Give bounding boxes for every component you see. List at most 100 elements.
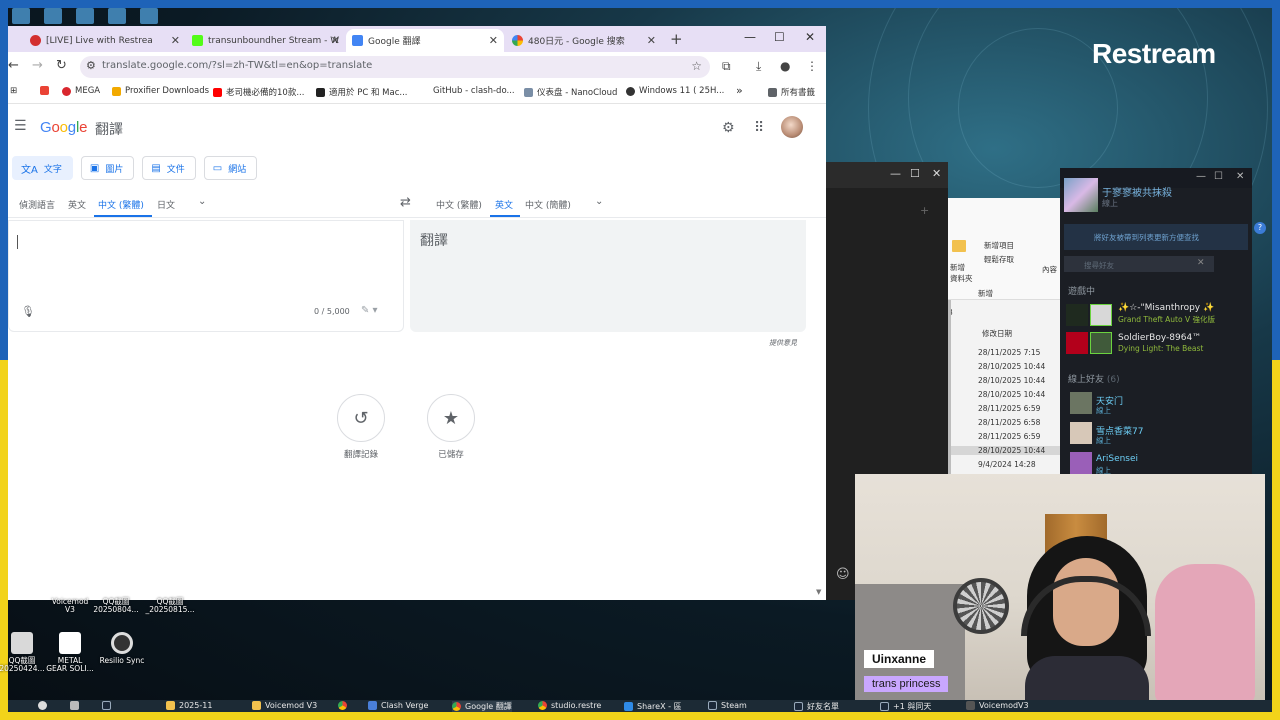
forward-button[interactable]: → bbox=[32, 58, 43, 73]
taskbar-item[interactable]: 2025-11 bbox=[166, 701, 212, 710]
close-window-button[interactable]: ✕ bbox=[1236, 171, 1244, 182]
bookmark-star-icon[interactable]: ☆ bbox=[691, 59, 702, 73]
mode-website-button[interactable]: ▭ 網站 bbox=[203, 156, 258, 180]
bookmark-mega[interactable]: MEGA bbox=[62, 86, 100, 96]
mode-image-button[interactable]: ▣ 圖片 bbox=[80, 156, 135, 180]
file-row[interactable]: 28/10/2025 10:44 bbox=[978, 376, 1045, 385]
minimize-button[interactable]: — bbox=[1196, 171, 1206, 182]
close-icon[interactable]: ✕ bbox=[171, 34, 180, 47]
target-lang-zh-cn[interactable]: 中文 (簡體) bbox=[525, 198, 571, 211]
emoji-icon[interactable]: ☺ bbox=[836, 567, 850, 582]
target-more-languages-chevron-icon[interactable]: ⌄ bbox=[595, 196, 603, 207]
target-lang-english[interactable]: 英文 bbox=[495, 198, 513, 211]
saved-button[interactable]: ★ bbox=[427, 394, 475, 442]
taskbar-task-view[interactable] bbox=[70, 701, 83, 710]
close-window-button[interactable]: ✕ bbox=[805, 30, 815, 44]
new-item-button[interactable]: 新增項目 bbox=[984, 240, 1014, 251]
close-icon[interactable]: ✕ bbox=[331, 34, 340, 47]
microphone-icon[interactable]: 🎙 bbox=[21, 305, 35, 318]
friend-name[interactable]: AriSensei bbox=[1096, 454, 1138, 464]
download-icon[interactable]: ⤓ bbox=[756, 59, 761, 74]
apps-grid-icon[interactable]: ⠿ bbox=[754, 120, 764, 136]
tab-google-search[interactable]: 480日元 - Google 搜索 ✕ bbox=[506, 29, 662, 52]
taskbar-item[interactable]: +1 與同天 bbox=[880, 701, 931, 712]
bookmark-youtube[interactable]: 老司機必備的10款... bbox=[213, 86, 304, 98]
bookmark-github[interactable]: GitHub - clash-do... bbox=[420, 86, 515, 96]
app-icon[interactable] bbox=[140, 8, 158, 24]
taskbar-item-active[interactable]: Google 翻譯 bbox=[452, 701, 512, 712]
reload-button[interactable]: ↻ bbox=[56, 58, 67, 73]
close-icon[interactable]: ✕ bbox=[647, 34, 656, 47]
taskbar-item[interactable]: ShareX - 區 bbox=[624, 701, 682, 712]
profile-avatar[interactable] bbox=[1064, 178, 1098, 212]
friend-avatar[interactable] bbox=[1070, 392, 1092, 414]
help-icon[interactable]: ? bbox=[1254, 222, 1266, 234]
file-row-selected[interactable]: 28/10/2025 10:44 bbox=[948, 446, 1060, 455]
desktop-icon-qq-screenshot[interactable]: QQ截圖 _20250815... bbox=[140, 597, 200, 615]
maximize-button[interactable]: ☐ bbox=[1214, 171, 1223, 182]
taskbar-chrome[interactable] bbox=[338, 701, 351, 710]
source-text-input[interactable]: 🎙 0 / 5,000 ✎ ▾ bbox=[8, 220, 404, 332]
bookmark-pc-mac[interactable]: 適用於 PC 和 Mac... bbox=[316, 86, 408, 98]
maximize-button[interactable]: ☐ bbox=[910, 167, 920, 180]
minimize-button[interactable]: — bbox=[890, 167, 901, 180]
tab-kick-stream[interactable]: transunboundher Stream - W ✕ bbox=[186, 29, 346, 52]
close-window-button[interactable]: ✕ bbox=[932, 167, 941, 180]
tab-restream-live[interactable]: [LIVE] Live with Restrea ✕ bbox=[24, 29, 186, 52]
source-more-languages-chevron-icon[interactable]: ⌄ bbox=[198, 196, 206, 207]
menu-icon[interactable]: ⋮ bbox=[806, 59, 818, 73]
address-bar[interactable]: ⚙ translate.google.com/?sl=zh-TW&tl=en&o… bbox=[80, 56, 710, 78]
column-modified-date[interactable]: 修改日期 bbox=[982, 328, 1012, 339]
clear-search-icon[interactable]: ✕ bbox=[1197, 258, 1205, 268]
site-info-icon[interactable]: ⚙ bbox=[86, 59, 96, 72]
taskbar-item[interactable]: VoicemodV3 bbox=[966, 701, 1029, 710]
friend-avatar[interactable] bbox=[1090, 304, 1112, 326]
bookmarks-overflow-button[interactable]: » bbox=[736, 84, 743, 97]
bookmark-windows11[interactable]: Windows 11 ( 25H... bbox=[626, 86, 724, 96]
profile-name[interactable]: 于寥寥被共抹殺 bbox=[1102, 184, 1172, 199]
taskbar-item[interactable]: Steam bbox=[708, 701, 747, 710]
tab-google-translate[interactable]: Google 翻譯 ✕ bbox=[346, 29, 504, 52]
taskbar-item[interactable]: Clash Verge bbox=[368, 701, 428, 710]
profile-icon[interactable]: ● bbox=[780, 59, 790, 73]
scroll-down-arrow-icon[interactable]: ▼ bbox=[816, 588, 821, 596]
add-icon[interactable]: + bbox=[920, 204, 929, 217]
google-logo[interactable]: Google bbox=[40, 119, 87, 136]
history-button[interactable]: ↺ bbox=[337, 394, 385, 442]
properties-button[interactable]: 內容 bbox=[1042, 264, 1057, 275]
close-icon[interactable]: ✕ bbox=[489, 34, 498, 47]
file-row[interactable]: 28/11/2025 7:15 bbox=[978, 348, 1040, 357]
settings-gear-icon[interactable]: ⚙ bbox=[722, 120, 735, 136]
friend-avatar[interactable] bbox=[1070, 422, 1092, 444]
desktop-icon-qq-screenshot[interactable]: QQ截圖 20250804... bbox=[86, 597, 146, 615]
source-lang-zh-tw[interactable]: 中文 (繁體) bbox=[98, 198, 144, 211]
swap-languages-icon[interactable]: ⇄ bbox=[400, 195, 411, 210]
mode-text-button[interactable]: 文A 文字 bbox=[12, 156, 73, 180]
scrollbar[interactable] bbox=[948, 300, 951, 474]
steam-desktop-icon[interactable] bbox=[44, 8, 62, 24]
bookmark-proxifier[interactable]: Proxifier Downloads bbox=[112, 86, 209, 96]
back-button[interactable]: ← bbox=[8, 58, 19, 73]
target-lang-zh-tw[interactable]: 中文 (繁體) bbox=[436, 198, 482, 211]
bookmark-nanocloud[interactable]: 仪表盘 - NanoCloud bbox=[524, 86, 617, 98]
handwriting-pen-icon[interactable]: ✎ ▾ bbox=[361, 305, 378, 316]
extensions-icon[interactable]: ⧉ bbox=[722, 59, 731, 74]
file-row[interactable]: 28/11/2025 6:59 bbox=[978, 432, 1040, 441]
app-icon[interactable] bbox=[76, 8, 94, 24]
bookmark-gmail[interactable] bbox=[40, 86, 53, 95]
minimize-button[interactable]: — bbox=[744, 30, 756, 44]
file-row[interactable]: 28/10/2025 10:44 bbox=[978, 362, 1045, 371]
taskbar-item[interactable]: Voicemod V3 bbox=[252, 701, 317, 710]
file-row[interactable]: 28/11/2025 6:59 bbox=[978, 404, 1040, 413]
friend-name[interactable]: SoldierBoy-8964™ bbox=[1118, 333, 1201, 343]
send-feedback-link[interactable]: 提供意見 bbox=[769, 338, 797, 348]
file-row[interactable]: 28/11/2025 6:58 bbox=[978, 418, 1040, 427]
source-lang-detect[interactable]: 偵測語言 bbox=[19, 198, 55, 211]
file-row[interactable]: 28/10/2025 10:44 bbox=[978, 390, 1045, 399]
taskbar-item[interactable]: studio.restre bbox=[538, 701, 601, 710]
apps-grid-icon[interactable]: ⊞ bbox=[10, 86, 17, 96]
maximize-button[interactable]: ☐ bbox=[774, 30, 785, 44]
taskbar-search[interactable] bbox=[38, 701, 51, 710]
menu-hamburger-icon[interactable]: ☰ bbox=[14, 118, 27, 134]
easy-access-button[interactable]: 輕鬆存取 bbox=[984, 254, 1014, 265]
